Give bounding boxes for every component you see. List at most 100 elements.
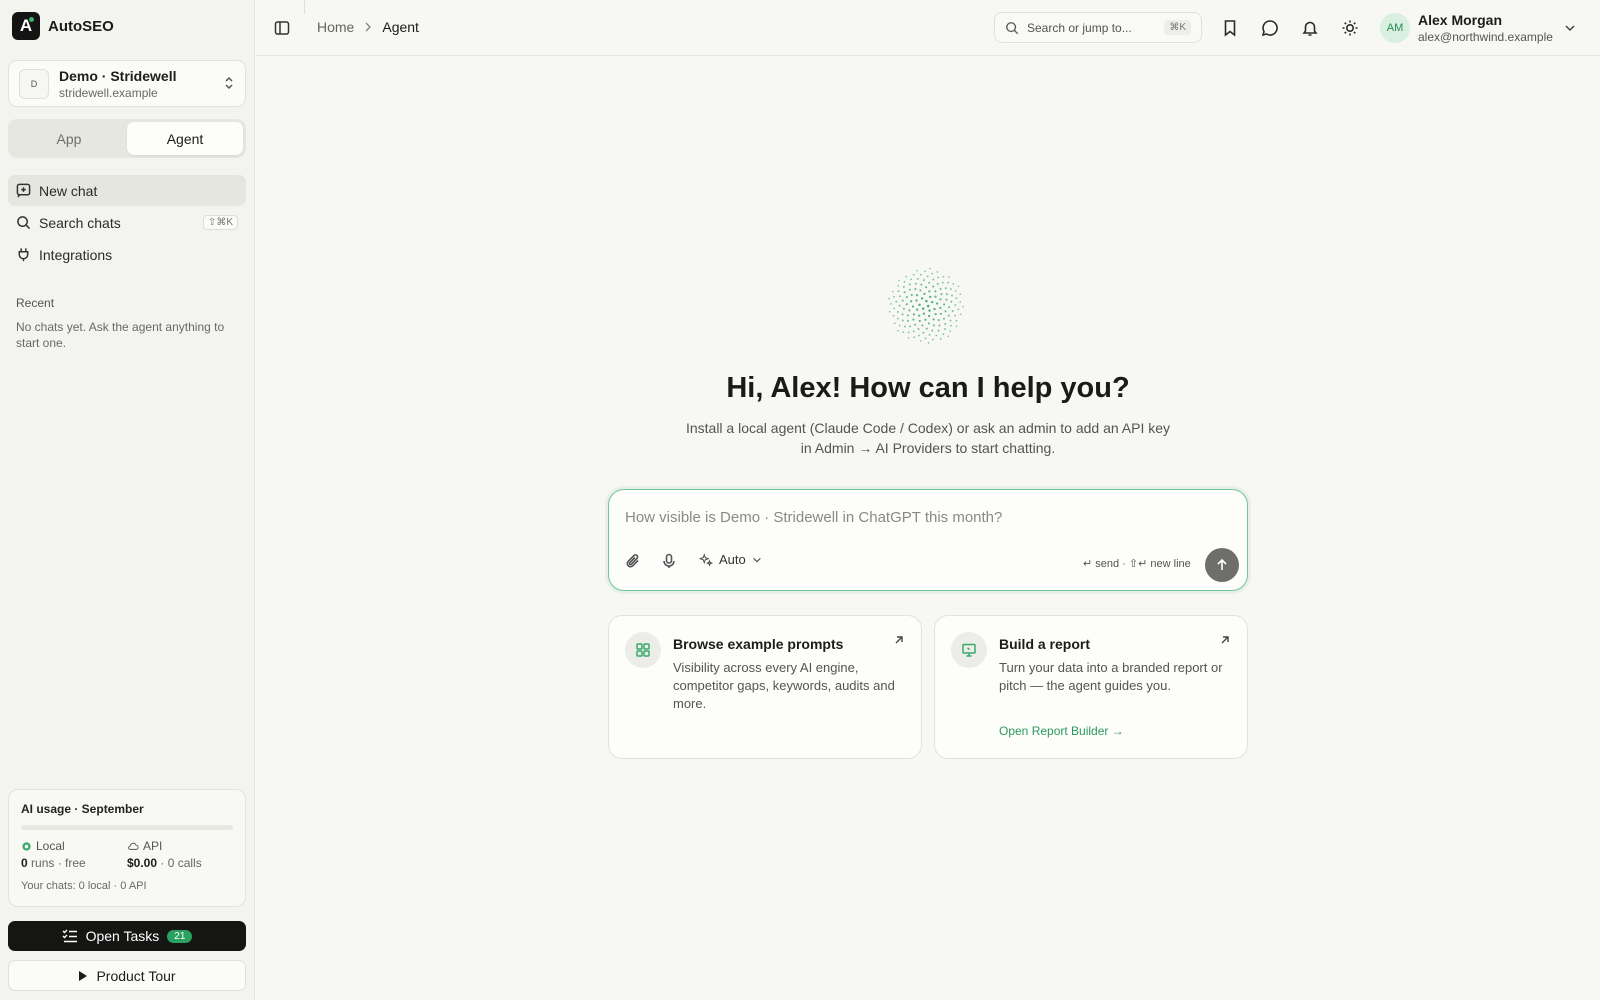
avatar: AM <box>1380 13 1410 43</box>
orb-dot <box>901 319 904 322</box>
global-search-placeholder: Search or jump to... <box>1027 20 1132 35</box>
send-button[interactable] <box>1205 548 1239 582</box>
tab-app[interactable]: App <box>11 122 127 155</box>
user-menu[interactable]: AM Alex Morgan alex@northwind.example <box>1380 12 1553 44</box>
paperclip-icon[interactable] <box>625 553 641 569</box>
orb-dot <box>952 283 955 285</box>
orb-dot <box>942 317 945 320</box>
orb-dot <box>954 290 957 292</box>
orb-dot <box>947 314 950 317</box>
usage-title: AI usage · September <box>21 802 144 816</box>
orb-dot <box>914 288 917 291</box>
product-tour-button[interactable]: Product Tour <box>8 960 246 991</box>
arrow-up-icon <box>1217 558 1227 570</box>
brand[interactable]: A AutoSEO <box>12 12 114 40</box>
usage-local: Local 0 runs · free <box>21 839 127 870</box>
product-tour-label: Product Tour <box>96 967 176 984</box>
breadcrumb-home[interactable]: Home <box>317 19 354 35</box>
orb-dot <box>910 278 912 281</box>
orb-dot <box>890 303 892 305</box>
orb-dot <box>932 338 934 341</box>
tab-agent[interactable]: Agent <box>127 122 243 155</box>
orb-dot <box>954 304 957 306</box>
orb-dot <box>927 314 931 318</box>
play-icon <box>79 970 88 981</box>
orb-dot <box>928 290 931 293</box>
orb-dot <box>898 279 900 282</box>
global-search-shortcut: ⌘K <box>1164 20 1191 35</box>
usage-api-cost: $0.00 <box>127 856 158 870</box>
orb-dot <box>901 299 904 302</box>
recent-empty-state: No chats yet. Ask the agent anything to … <box>16 320 225 350</box>
orb-dot <box>923 279 925 281</box>
chevron-right-icon <box>365 22 372 32</box>
orb-dot <box>907 331 910 334</box>
orb-dot <box>892 290 894 293</box>
chat-bubble-icon[interactable] <box>1261 19 1279 37</box>
orb-dot <box>962 305 965 308</box>
build-report-card[interactable]: Build a report Turn your data into a bra… <box>934 615 1248 759</box>
orb-dot <box>930 300 934 304</box>
orb-dot <box>893 322 896 325</box>
bell-icon[interactable] <box>1301 19 1319 37</box>
orb-dot <box>937 319 940 322</box>
orb-dot <box>929 295 932 299</box>
orb-dot <box>897 310 899 313</box>
open-tasks-button[interactable]: Open Tasks 21 <box>8 921 246 951</box>
orb-dot <box>935 302 939 305</box>
autoseo-logo-icon: A <box>12 12 40 40</box>
open-tasks-label: Open Tasks <box>85 928 160 944</box>
orb-dot <box>902 286 905 288</box>
workspace-domain: stridewell.example <box>59 85 158 100</box>
model-select[interactable]: Auto <box>699 552 762 567</box>
breadcrumb-current: Agent <box>382 19 419 35</box>
bookmark-icon[interactable] <box>1221 19 1239 37</box>
orb-dot <box>905 295 908 298</box>
orb-dot <box>903 291 906 294</box>
arrow-up-right-icon <box>895 636 903 644</box>
global-search[interactable]: Search or jump to... ⌘K <box>994 12 1202 43</box>
search-chats-button[interactable]: Search chats ⇧⌘K <box>8 207 246 238</box>
orb-dot <box>950 288 952 290</box>
orb-dot <box>921 324 924 327</box>
open-report-builder-link[interactable]: Open Report Builder → <box>999 724 1124 738</box>
orb-dot <box>918 334 920 337</box>
orb-dot <box>908 288 911 291</box>
sidebar-toggle-icon[interactable] <box>274 20 290 36</box>
orb-dot <box>912 313 916 316</box>
orb-dot <box>928 333 931 336</box>
workspace-switcher[interactable]: D Demo · Stridewell stridewell.example <box>8 60 246 107</box>
orb-dot <box>903 325 906 328</box>
orb-dot <box>914 282 917 285</box>
browse-prompts-card[interactable]: Browse example prompts Visibility across… <box>608 615 922 759</box>
agent-orb-icon <box>888 267 965 344</box>
orb-dot <box>907 319 910 322</box>
sun-icon[interactable] <box>1341 19 1359 37</box>
usage-api: API $0.00 · 0 calls <box>127 839 233 870</box>
chat-input[interactable] <box>625 506 1225 528</box>
chevron-down-icon[interactable] <box>1564 21 1576 33</box>
arrow-up-right-icon <box>1221 636 1229 644</box>
orb-dot <box>925 286 928 289</box>
orb-dot <box>948 306 951 309</box>
orb-dot <box>939 312 942 315</box>
orb-dot <box>897 290 900 293</box>
chat-composer: Auto ↵ send · ⇧↵ new line <box>608 489 1248 591</box>
microphone-icon[interactable] <box>661 553 677 569</box>
integrations-button[interactable]: Integrations <box>8 239 246 270</box>
search-chats-label: Search chats <box>39 214 121 231</box>
orb-dot <box>934 290 937 293</box>
orb-dot <box>902 331 905 333</box>
new-chat-button[interactable]: New chat <box>8 175 246 206</box>
orb-dot <box>905 303 908 306</box>
new-chat-icon <box>16 183 31 198</box>
usage-api-label: API <box>143 839 163 853</box>
orb-dot <box>943 328 946 330</box>
orb-dot <box>906 314 909 317</box>
orb-dot <box>933 307 936 311</box>
orb-dot <box>934 295 937 298</box>
orb-dot <box>912 273 915 276</box>
hero-subtitle: Install a local agent (Claude Code / Cod… <box>685 420 1171 456</box>
orb-dot <box>939 306 942 310</box>
card-description: Turn your data into a branded report or … <box>999 660 1223 693</box>
